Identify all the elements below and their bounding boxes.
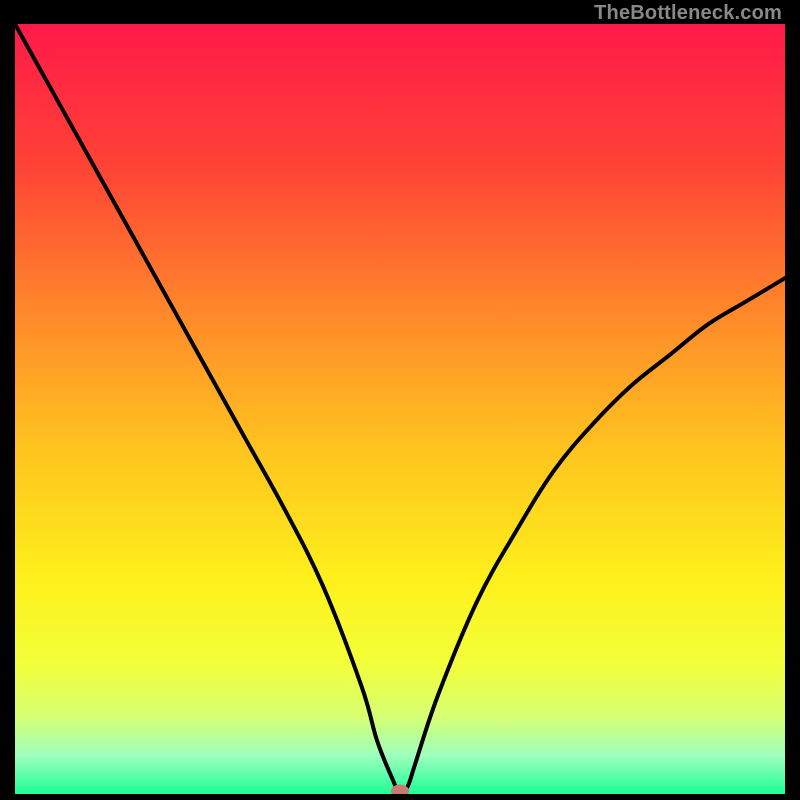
bottleneck-chart [15,24,785,794]
chart-background [15,24,785,794]
attribution-label: TheBottleneck.com [594,2,782,25]
